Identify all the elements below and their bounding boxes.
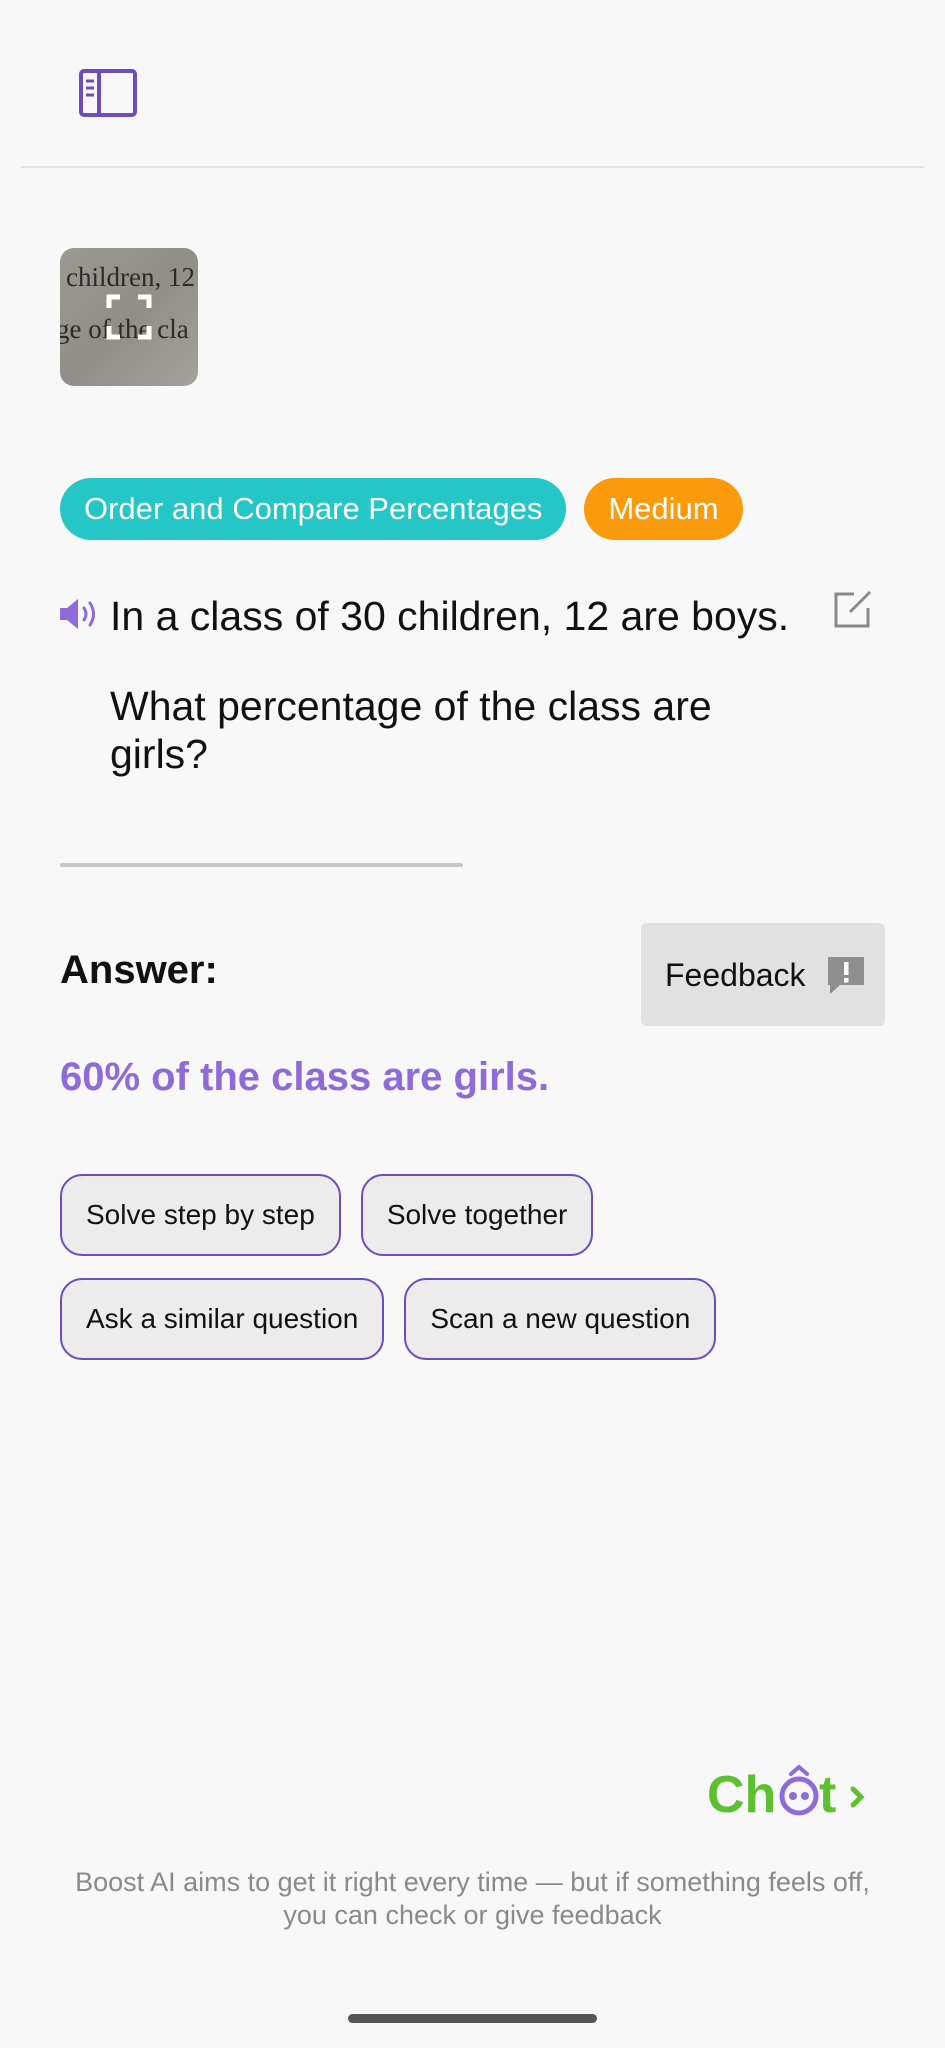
chat-logo-graphic: Ch t (707, 1764, 865, 1824)
question-divider (60, 863, 463, 867)
question-text-line2: What percentage of the class are girls? (110, 683, 712, 777)
scan-new-question-button[interactable]: Scan a new question (404, 1278, 717, 1360)
fullscreen-icon (106, 294, 152, 340)
action-buttons: Solve step by step Solve together Ask a … (60, 1174, 920, 1382)
question-text-line1: In a class of 30 children, 12 are boys. (110, 593, 790, 639)
svg-text:Ch: Ch (707, 1766, 776, 1822)
edit-icon[interactable] (832, 588, 874, 630)
question-tags: Order and Compare Percentages Medium (60, 478, 743, 540)
ai-disclaimer: Boost AI aims to get it right every time… (75, 1867, 870, 1930)
chat-logo[interactable]: Ch t (707, 1762, 867, 1824)
topic-tag: Order and Compare Percentages (60, 478, 567, 540)
action-row: Solve step by step Solve together (60, 1174, 920, 1256)
difficulty-tag: Medium (584, 478, 743, 540)
speaker-icon[interactable] (58, 596, 100, 632)
feedback-exclamation-icon (828, 957, 864, 994)
home-indicator[interactable] (348, 2014, 597, 2023)
feedback-button[interactable]: Feedback (641, 923, 885, 1026)
ask-similar-question-button[interactable]: Ask a similar question (60, 1278, 385, 1360)
svg-text:children, 12: children, 12 (66, 262, 195, 292)
solve-together-button[interactable]: Solve together (360, 1174, 594, 1256)
answer-label: Answer: (60, 948, 218, 992)
top-bar (0, 0, 945, 167)
header-divider (21, 166, 924, 168)
answer-text: 60% of the class are girls. (60, 1055, 550, 1099)
sidebar-panel-icon[interactable] (78, 68, 138, 120)
svg-text:t: t (819, 1766, 836, 1822)
feedback-label: Feedback (665, 957, 806, 993)
solve-step-by-step-button[interactable]: Solve step by step (60, 1174, 341, 1256)
action-row: Ask a similar question Scan a new questi… (60, 1278, 920, 1360)
scanned-question-thumbnail[interactable]: children, 12 ge of the cla (60, 248, 198, 386)
